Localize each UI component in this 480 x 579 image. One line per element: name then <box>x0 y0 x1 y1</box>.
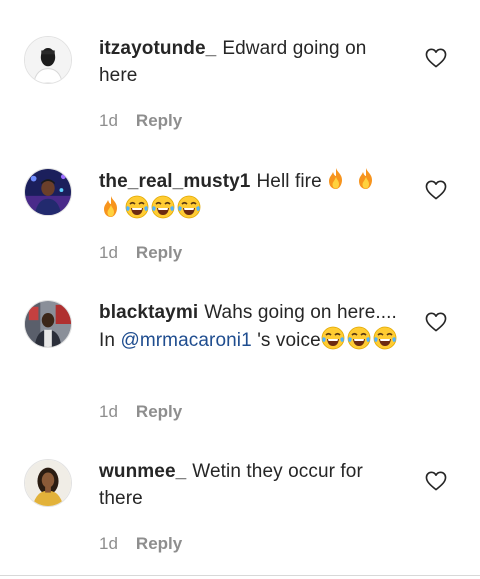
comment-text: Hell fire <box>256 171 322 192</box>
comment-meta: 1d Reply <box>99 243 182 263</box>
comment-time: 1d <box>99 402 118 421</box>
avatar[interactable] <box>24 300 72 348</box>
comment-body: wunmee_ Wetin they occur for there <box>99 458 409 512</box>
fire-emoji-icon <box>99 195 123 219</box>
comment-username[interactable]: blacktaymi <box>99 302 198 323</box>
comment-meta: 1d Reply <box>99 111 182 131</box>
mention-link[interactable]: @mrmacaroni1 <box>120 330 251 351</box>
comment-body: itzayotunde_ Edward going on here <box>99 35 409 89</box>
fire-emoji-icon <box>324 167 348 191</box>
joy-emoji-icon <box>321 326 345 350</box>
bottom-divider <box>0 575 480 576</box>
like-heart-icon[interactable] <box>425 180 447 200</box>
like-heart-icon[interactable] <box>425 471 447 491</box>
comment-time: 1d <box>99 534 118 553</box>
reply-button[interactable]: Reply <box>136 243 182 263</box>
like-heart-icon[interactable] <box>425 48 447 68</box>
comment-username[interactable]: wunmee_ <box>99 461 186 482</box>
avatar[interactable] <box>24 168 72 216</box>
comment-time: 1d <box>99 243 118 262</box>
like-heart-icon[interactable] <box>425 312 447 332</box>
joy-emoji-icon <box>373 326 397 350</box>
comment-time: 1d <box>99 111 118 130</box>
avatar[interactable] <box>24 36 72 84</box>
comment-meta: 1d Reply <box>99 402 182 422</box>
reply-button[interactable]: Reply <box>136 402 182 422</box>
joy-emoji-icon <box>347 326 371 350</box>
fire-emoji-icon <box>354 167 378 191</box>
joy-emoji-icon <box>151 195 175 219</box>
joy-emoji-icon <box>177 195 201 219</box>
joy-emoji-icon <box>125 195 149 219</box>
comment-username[interactable]: the_real_musty1 <box>99 171 250 192</box>
reply-button[interactable]: Reply <box>136 534 182 554</box>
reply-button[interactable]: Reply <box>136 111 182 131</box>
comments-list: itzayotunde_ Edward going on here 1d Reply… <box>0 0 480 579</box>
comment-body: the_real_musty1 Hell fire <box>99 167 409 223</box>
avatar[interactable] <box>24 459 72 507</box>
comment-username[interactable]: itzayotunde_ <box>99 38 216 59</box>
comment-body: blacktaymi Wahs going on here.... In @mrm… <box>99 299 409 354</box>
comment-text-after: 's voice <box>257 330 321 351</box>
comment-meta: 1d Reply <box>99 534 182 554</box>
